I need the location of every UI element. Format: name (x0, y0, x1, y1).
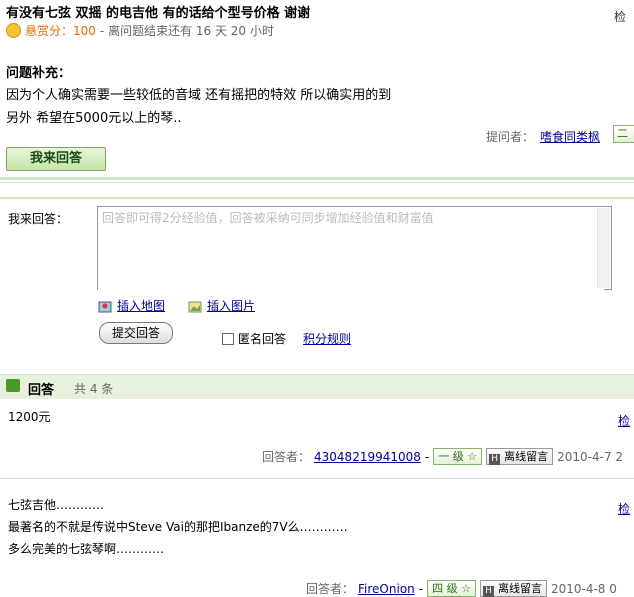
check-link[interactable]: 检 (618, 500, 630, 517)
insert-map-label: 插入地图 (117, 299, 166, 313)
answer-button[interactable]: 我来回答 (6, 147, 106, 171)
supplement-line: 另外 希望在5000元以上的琴.. (6, 111, 182, 126)
map-icon (98, 301, 112, 312)
answer-textarea[interactable] (98, 207, 604, 291)
separator: - (418, 581, 424, 596)
anonymous-checkbox[interactable] (222, 332, 234, 345)
answer-date: 2010-4-7 2 (557, 449, 624, 464)
responder-row: 回答者： FireOnion - 四 级 ☆ H 离线留言 2010-4-8 0 (306, 580, 617, 597)
answer-date: 2010-4-8 0 (550, 581, 617, 596)
report-link[interactable]: 检 (614, 8, 626, 25)
responder-label: 回答者： (262, 450, 311, 464)
responder-level-badge: 四 级 ☆ (427, 580, 476, 597)
responder-label: 回答者： (306, 582, 355, 596)
insert-image-label: 插入图片 (207, 299, 256, 313)
supplement-line: 因为个人确实需要一些较低的音域 还有摇把的特效 所以确实用的到 (6, 88, 392, 103)
responder-level-badge: 一 级 ☆ (433, 448, 483, 465)
coin-icon (6, 23, 21, 38)
textarea-scrollbar[interactable] (597, 208, 610, 288)
message-icon: H (482, 586, 494, 597)
bounty-value: 100 (73, 23, 96, 38)
question-title: 有没有七弦 双摇 的电吉他 有的话给个型号价格 谢谢 (6, 6, 311, 21)
insert-map-link[interactable]: 插入地图 (98, 297, 165, 314)
responder-row: 回答者： 43048219941008 - 一 级 ☆ H 离线留言 2010-4… (262, 448, 623, 465)
asker-level-badge: 二 (613, 125, 634, 143)
points-rules-link[interactable]: 积分规则 (303, 330, 351, 347)
anonymous-label: 匿名回答 (238, 332, 287, 346)
answer-text: 多么完美的七弦琴啊………… (8, 542, 165, 556)
asker-name-link[interactable]: 嗜食同类枫 (540, 128, 600, 145)
answer-text: 七弦吉他………… (8, 498, 105, 512)
message-icon: H (489, 454, 501, 465)
bounty-row: 悬赏分： 100 - 离问题结束还有 16 天 20 小时 (6, 22, 274, 39)
divider (0, 478, 634, 479)
answers-count: 共 4 条 (74, 382, 114, 396)
divider (0, 182, 634, 183)
offline-message-button[interactable]: H 离线留言 (486, 448, 554, 465)
answer-text: 最著名的不就是传说中Steve Vai的那把Ibanze的7V么………… (8, 520, 348, 534)
time-left: - 离问题结束还有 16 天 20 小时 (99, 24, 274, 38)
bounty-label: 悬赏分： (25, 24, 74, 38)
answer-text: 1200元 (8, 410, 51, 424)
divider (0, 177, 634, 180)
divider (0, 197, 634, 199)
answer-form-label: 我来回答： (8, 212, 69, 226)
anonymous-option[interactable]: 匿名回答 (222, 330, 286, 347)
asker-label: 提问者： (486, 130, 535, 144)
offline-message-button[interactable]: H 离线留言 (479, 580, 547, 597)
speech-bubble-icon (6, 379, 20, 392)
supplement-title: 问题补充： (6, 66, 72, 81)
check-link[interactable]: 检 (618, 412, 630, 429)
answer-textarea-box (97, 206, 612, 291)
responder-name-link[interactable]: FireOnion (358, 582, 415, 596)
insert-image-link[interactable]: 插入图片 (188, 297, 255, 314)
answers-title: 回答 (28, 383, 55, 398)
image-icon (188, 301, 202, 312)
responder-name-link[interactable]: 43048219941008 (314, 450, 421, 464)
submit-answer-button[interactable]: 提交回答 (99, 322, 173, 344)
separator: - (424, 449, 430, 464)
